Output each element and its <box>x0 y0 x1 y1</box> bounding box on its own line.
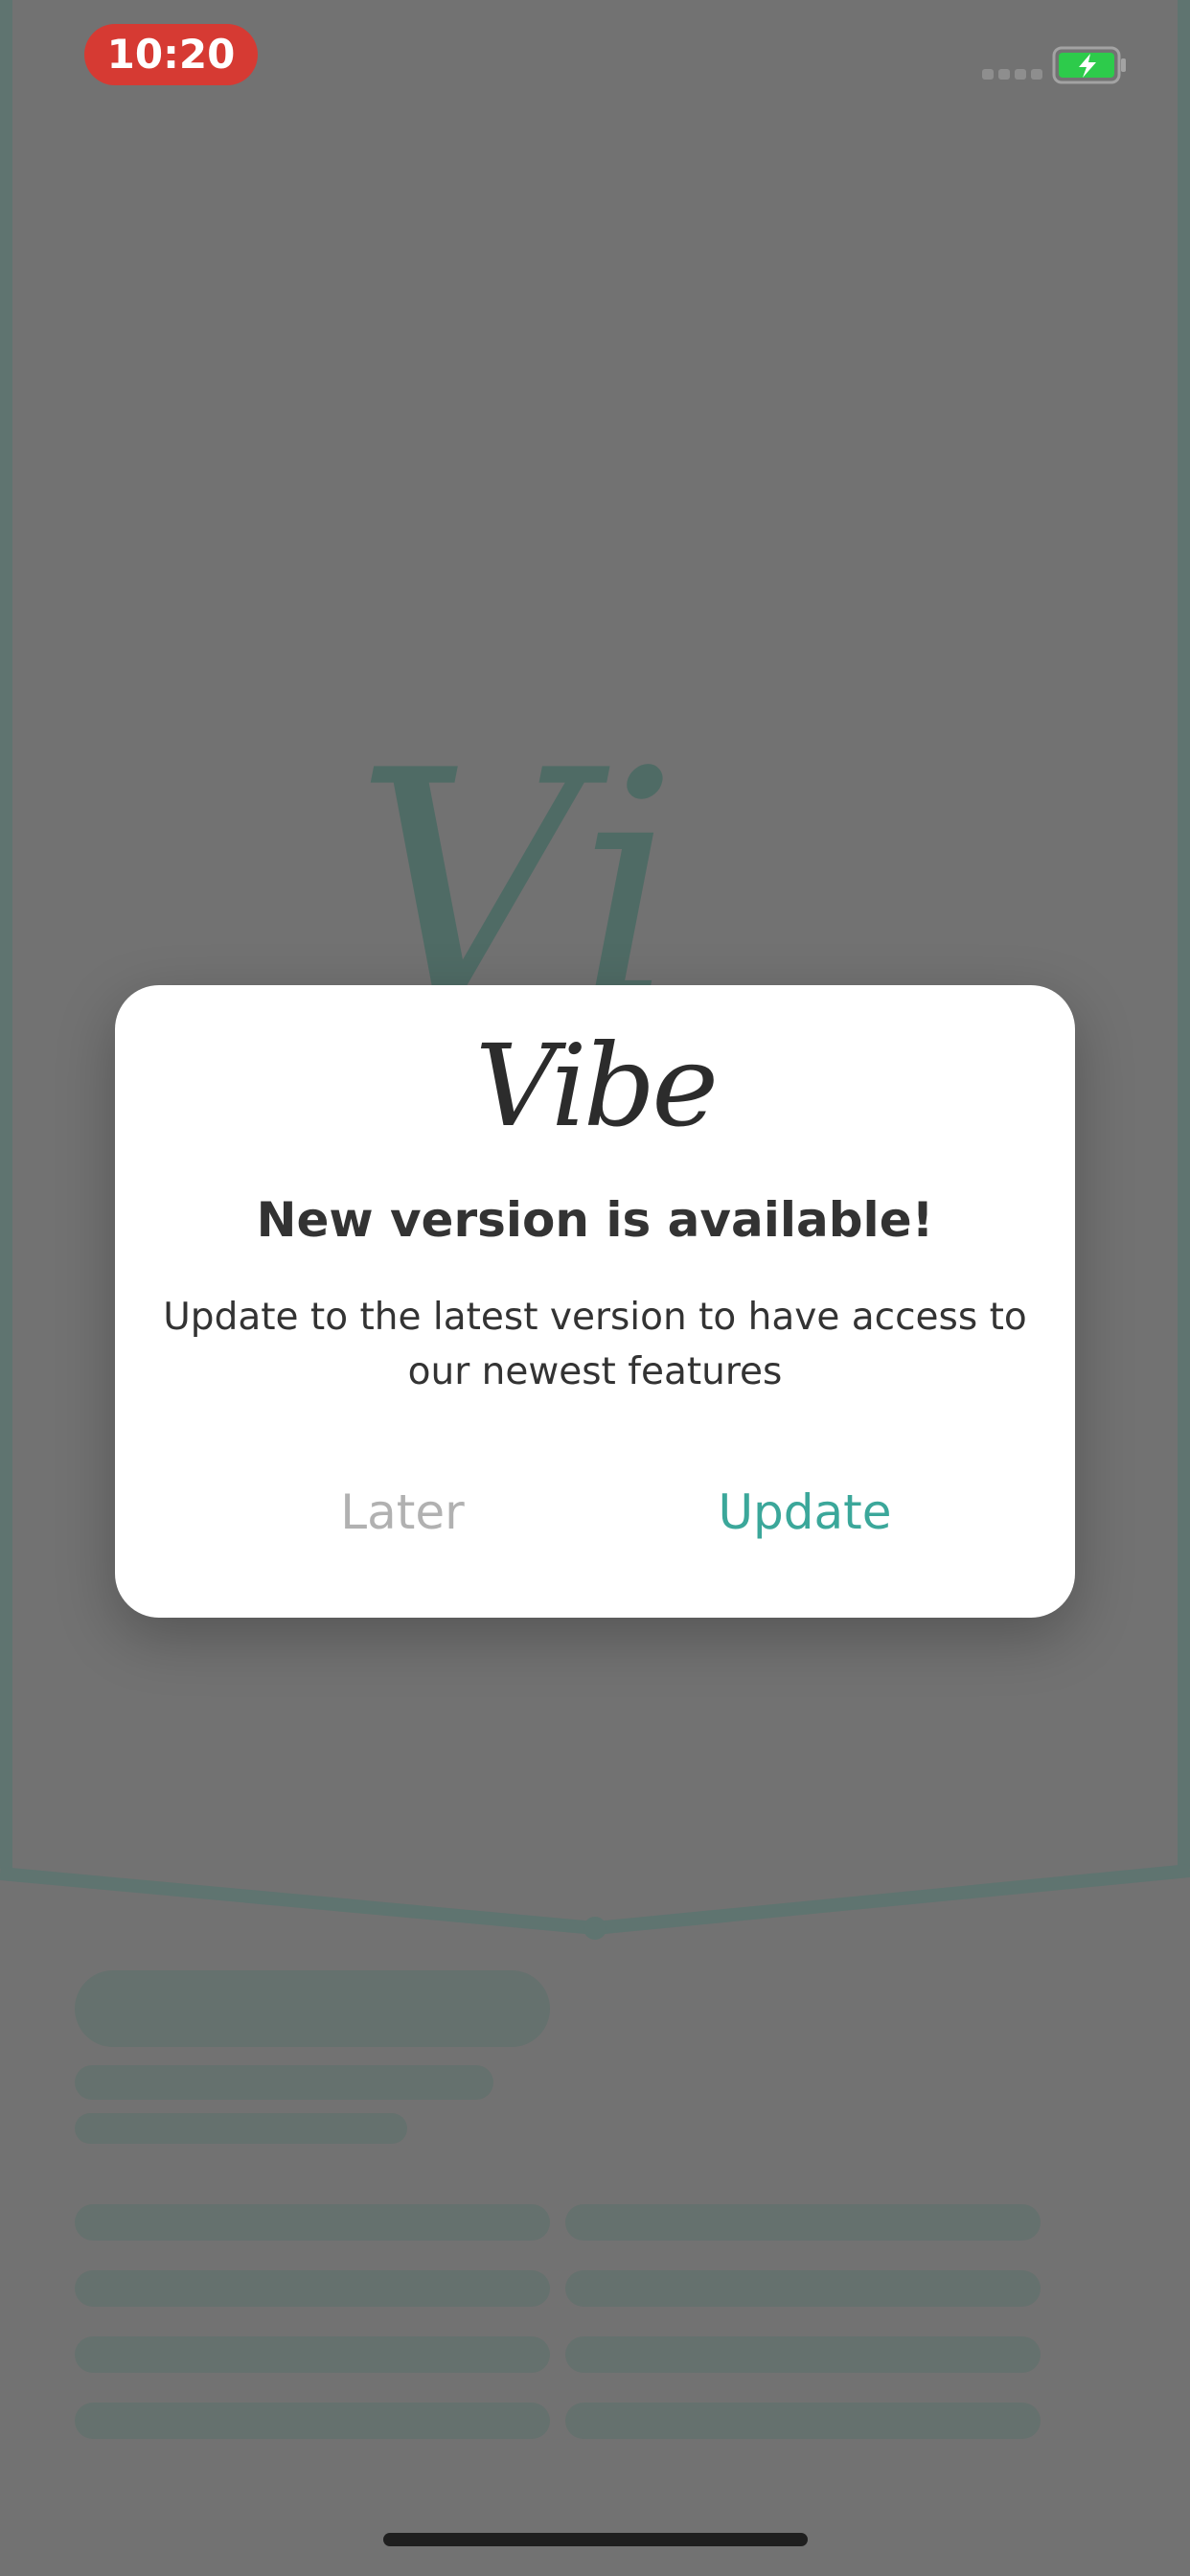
later-button[interactable]: Later <box>249 1464 556 1560</box>
dialog-title: New version is available! <box>256 1192 934 1248</box>
dialog-message: Update to the latest version to have acc… <box>163 1296 1027 1393</box>
update-button[interactable]: Update <box>652 1464 958 1560</box>
cellular-signal-icon <box>982 69 1042 80</box>
battery-charging-icon <box>1052 46 1126 84</box>
status-time: 10:20 <box>84 24 258 85</box>
app-header-banner: Vi <box>0 0 1190 1940</box>
update-dialog: Vibe New version is available! Update to… <box>115 985 1075 1618</box>
home-indicator[interactable] <box>383 2533 808 2546</box>
vibe-logo: Vibe <box>474 1020 719 1152</box>
